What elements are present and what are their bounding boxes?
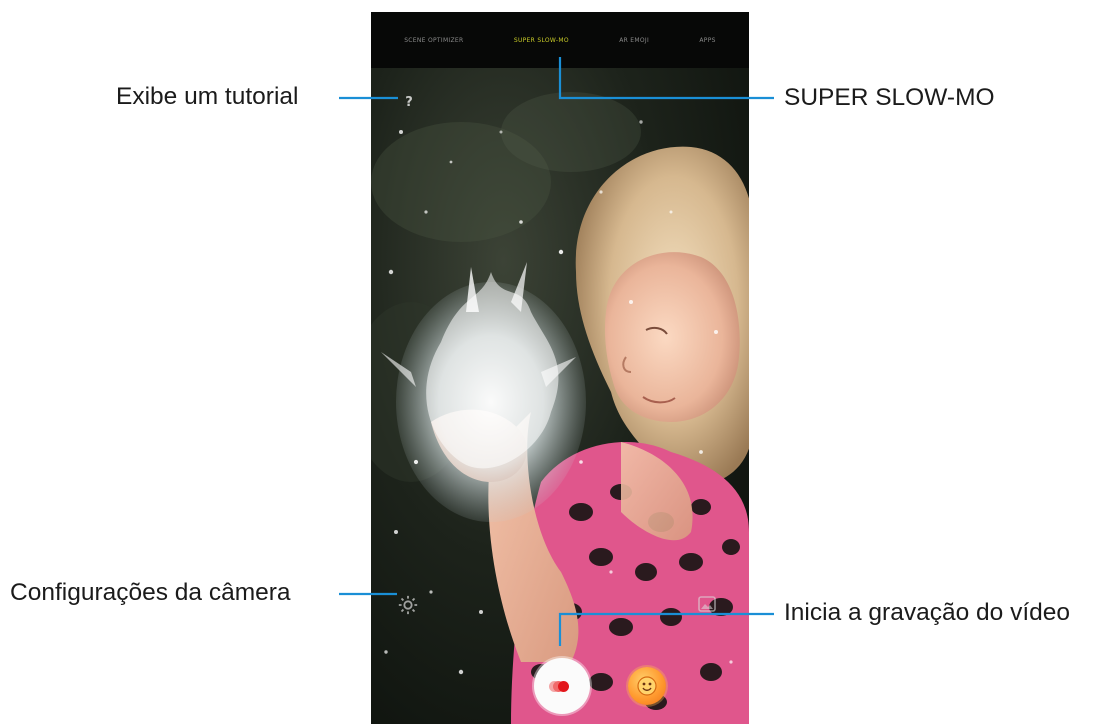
gear-icon[interactable]	[397, 594, 419, 616]
start-recording-callout-label: Inicia a gravação do vídeo	[784, 599, 1071, 626]
camera-settings-callout-label: Configurações da câmera	[10, 579, 291, 606]
help-icon[interactable]: ?	[399, 92, 419, 112]
gallery-icon[interactable]	[697, 594, 717, 614]
camera-preview	[371, 12, 749, 724]
mode-super-slow-mo[interactable]: SUPER SLOW-MO	[514, 37, 569, 44]
record-icon-front	[558, 681, 569, 692]
tutorial-callout-label: Exibe um tutorial	[116, 83, 299, 110]
camera-mode-bar: SCENE OPTIMIZER SUPER SLOW-MO AR EMOJI A…	[371, 12, 749, 68]
emoji-icon	[637, 676, 657, 696]
mode-ar-emoji[interactable]: AR EMOJI	[619, 37, 649, 44]
mode-scene-optimizer[interactable]: SCENE OPTIMIZER	[404, 37, 463, 44]
emoji-button[interactable]	[628, 667, 666, 705]
super-slow-mo-callout-label: SUPER SLOW-MO	[784, 84, 995, 111]
record-button[interactable]	[534, 658, 590, 714]
mode-apps[interactable]: APPS	[699, 37, 715, 44]
camera-screen: SCENE OPTIMIZER SUPER SLOW-MO AR EMOJI A…	[371, 12, 749, 724]
